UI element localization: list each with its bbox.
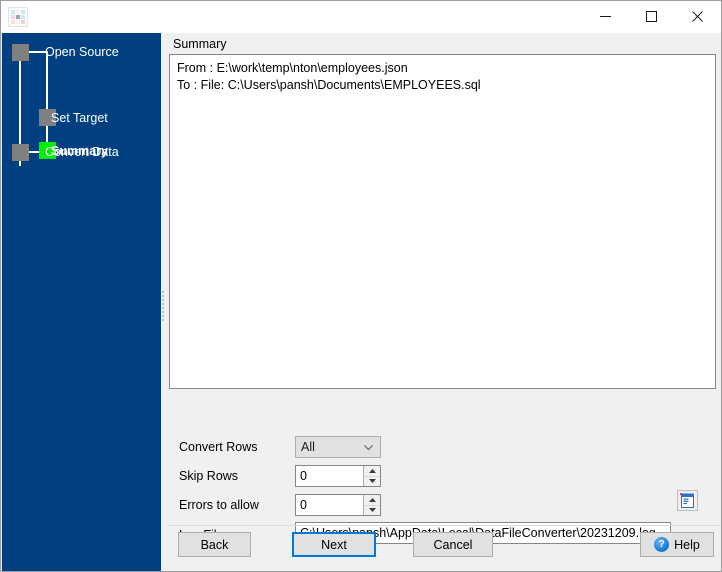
convert-rows-label: Convert Rows bbox=[179, 440, 258, 454]
summary-text-area[interactable]: From : E:\work\temp\nton\employees.json … bbox=[169, 54, 716, 389]
errors-to-allow-stepper[interactable]: 0 bbox=[295, 494, 381, 516]
splitter-grip-icon[interactable] bbox=[162, 291, 165, 324]
errors-to-allow-decrement-button[interactable] bbox=[363, 505, 380, 515]
errors-to-allow-label: Errors to allow bbox=[179, 498, 259, 512]
log-file-browse-button[interactable] bbox=[677, 490, 698, 511]
cancel-button-label: Cancel bbox=[433, 537, 473, 552]
skip-rows-label: Skip Rows bbox=[179, 469, 239, 483]
next-button-label: Next bbox=[321, 537, 347, 552]
step-label-convert-data: Convert Data bbox=[45, 145, 119, 159]
help-button[interactable]: ? Help bbox=[640, 532, 714, 557]
caret-up-icon bbox=[368, 497, 376, 502]
back-button[interactable]: Back bbox=[178, 532, 251, 557]
summary-line-from: From : E:\work\temp\nton\employees.json bbox=[177, 61, 408, 75]
caret-up-icon bbox=[368, 468, 376, 473]
help-button-label: Help bbox=[674, 537, 700, 552]
close-button[interactable] bbox=[674, 1, 720, 32]
chevron-down-icon bbox=[364, 440, 373, 454]
caret-down-icon bbox=[368, 479, 376, 484]
next-button[interactable]: Next bbox=[292, 532, 376, 557]
main-content: Summary From : E:\work\temp\nton\employe… bbox=[167, 33, 721, 571]
convert-rows-select[interactable]: All bbox=[295, 436, 381, 458]
minimize-button[interactable] bbox=[582, 1, 628, 32]
skip-rows-spin-buttons bbox=[363, 466, 380, 486]
summary-group-title: Summary bbox=[169, 37, 717, 54]
errors-to-allow-increment-button[interactable] bbox=[363, 495, 380, 506]
skip-rows-stepper[interactable]: 0 bbox=[295, 465, 381, 487]
sidebar-item-set-target[interactable]: Set Target bbox=[51, 111, 108, 125]
converter-wizard-window: Open Source Set Target Summary Convert D… bbox=[0, 0, 722, 572]
step-label-set-target: Set Target bbox=[51, 111, 108, 125]
summary-line-to: To : File: C:\Users\pansh\Documents\EMPL… bbox=[177, 78, 481, 92]
spreadsheet-grid-icon bbox=[8, 7, 28, 27]
file-document-icon bbox=[680, 493, 694, 508]
errors-to-allow-spin-buttons bbox=[363, 495, 380, 515]
wizard-steps-sidebar: Open Source Set Target Summary Convert D… bbox=[2, 33, 161, 571]
step-label-open-source: Open Source bbox=[45, 45, 119, 59]
skip-rows-increment-button[interactable] bbox=[363, 466, 380, 477]
convert-rows-value: All bbox=[301, 440, 315, 454]
question-mark-icon: ? bbox=[654, 537, 670, 552]
footer-divider bbox=[168, 525, 721, 526]
skip-rows-decrement-button[interactable] bbox=[363, 476, 380, 486]
sidebar-item-open-source[interactable]: Open Source bbox=[45, 45, 119, 59]
maximize-button[interactable] bbox=[628, 1, 674, 32]
summary-group-box: Summary From : E:\work\temp\nton\employe… bbox=[169, 37, 717, 421]
step-node-open-source[interactable] bbox=[12, 44, 29, 61]
caret-down-icon bbox=[368, 508, 376, 513]
skip-rows-value: 0 bbox=[300, 469, 307, 483]
back-button-label: Back bbox=[200, 537, 229, 552]
step-connector-inner-vertical bbox=[46, 51, 48, 153]
step-node-convert-data[interactable] bbox=[12, 144, 29, 161]
sidebar-item-convert-data[interactable]: Convert Data bbox=[45, 145, 119, 159]
title-bar bbox=[1, 1, 721, 33]
maximize-icon bbox=[645, 11, 657, 22]
errors-to-allow-value: 0 bbox=[300, 498, 307, 512]
minimize-icon bbox=[599, 16, 611, 17]
close-icon bbox=[691, 11, 703, 22]
cancel-button[interactable]: Cancel bbox=[413, 532, 493, 557]
